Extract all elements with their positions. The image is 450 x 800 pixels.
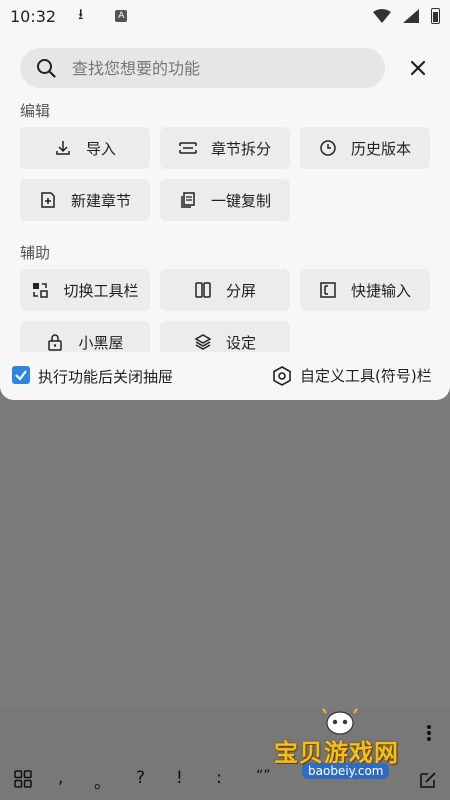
custom-toolbar-label: 自定义工具(符号)栏 [300,367,432,385]
wifi-icon [373,9,391,23]
history-icon [319,139,337,157]
key-quotes[interactable]: “” [256,768,271,784]
close-after-label[interactable]: 执行功能后关闭抽屉 [38,366,173,387]
dark-room-label: 小黑屋 [78,333,124,352]
status-time: 10:32 [10,6,57,26]
split-screen-label: 分屏 [225,281,256,300]
switch-toolbar-label: 切换工具栏 [63,281,139,300]
search-bar[interactable] [20,48,385,88]
a-badge-icon: A [115,10,128,22]
key-exclaim[interactable]: ! [176,768,183,788]
download-icon: ⭳ [78,4,84,23]
lock-icon [46,333,64,351]
split-chapter-button[interactable]: 章节拆分 [160,127,290,169]
hexagon-settings-icon [273,365,291,386]
import-label: 导入 [85,139,116,158]
search-icon [37,59,56,78]
settings-label: 设定 [225,333,256,352]
new-chapter-icon [39,191,57,209]
split-screen-icon [194,281,212,299]
copy-icon [179,191,197,209]
new-chapter-button[interactable]: 新建章节 [20,179,150,221]
check-icon [15,370,27,381]
key-period[interactable]: 。 [94,768,111,793]
custom-toolbar-button[interactable]: 自定义工具(符号)栏 [272,365,432,386]
layers-icon [194,333,212,351]
grid-icon[interactable] [14,770,32,788]
close-after-checkbox[interactable] [12,366,30,384]
status-bar: 10:32 ⭳ A [0,0,450,32]
import-icon [54,139,72,157]
quick-input-button[interactable]: 快捷输入 [300,269,430,311]
switch-toolbar-button[interactable]: 切换工具栏 [20,269,150,311]
key-question[interactable]: ? [136,768,145,788]
quick-input-icon [319,281,337,299]
search-input[interactable] [72,58,332,78]
split-screen-button[interactable]: 分屏 [160,269,290,311]
one-click-copy-label: 一键复制 [210,191,271,210]
section-title-assist: 辅助 [20,244,51,262]
battery-icon [431,8,440,24]
one-click-copy-button[interactable]: 一键复制 [160,179,290,221]
watermark-logo: 宝贝游戏网 baobeiy.com [272,705,422,785]
new-chapter-label: 新建章节 [70,191,131,210]
close-icon[interactable] [408,58,428,78]
switch-toolbar-icon [31,281,49,299]
history-version-label: 历史版本 [350,139,411,158]
watermark-url: baobeiy.com [302,763,390,779]
drawer-footer: 执行功能后关闭抽屉 自定义工具(符号)栏 [0,352,450,400]
split-chapter-label: 章节拆分 [210,139,271,158]
key-comma[interactable]: , [58,768,63,788]
import-button[interactable]: 导入 [20,127,150,169]
signal-icon [403,9,419,23]
history-version-button[interactable]: 历史版本 [300,127,430,169]
section-title-edit: 编辑 [20,102,51,120]
more-vert-icon[interactable] [426,724,432,742]
split-icon [179,139,197,157]
function-drawer: 编辑 导入 章节拆分 历史版本 新建章节 一键复制 辅助 切换工具栏 [0,32,450,400]
quick-input-label: 快捷输入 [350,281,411,300]
key-colon[interactable]: : [216,768,222,788]
